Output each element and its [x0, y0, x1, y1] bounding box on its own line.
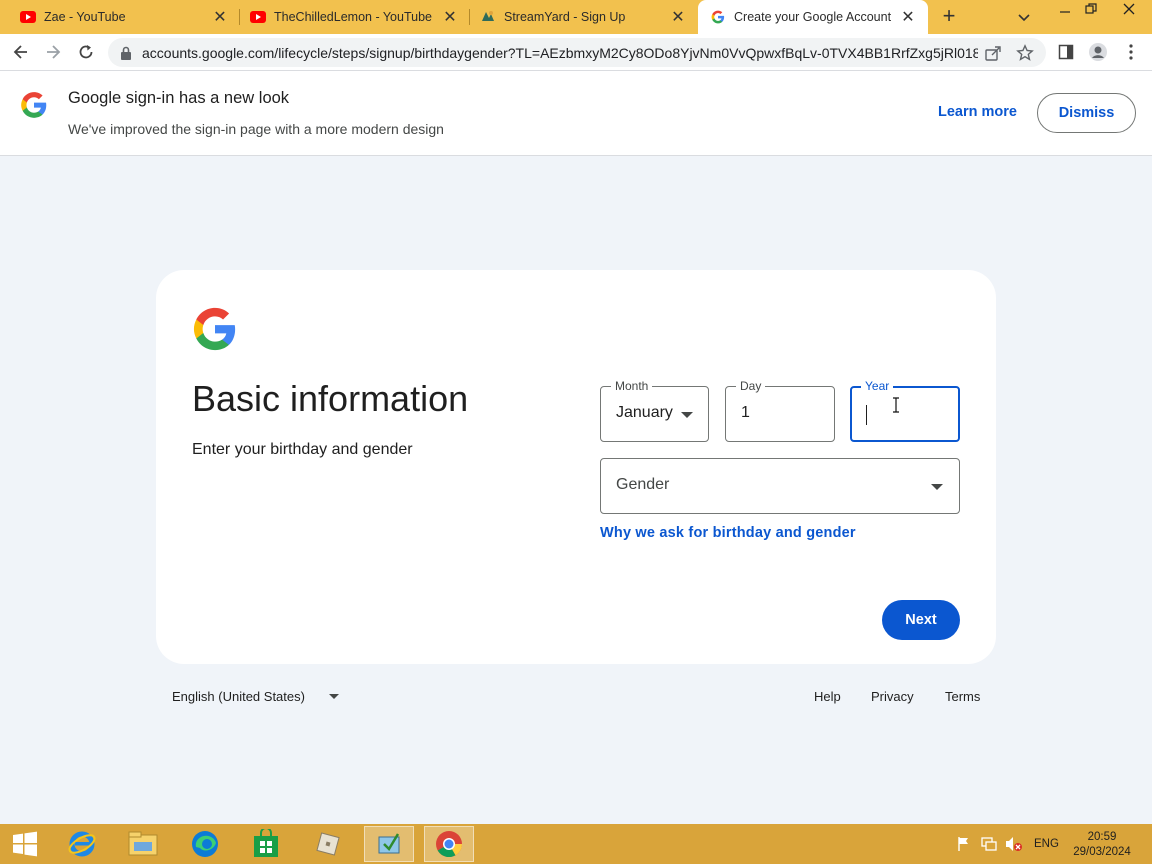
side-panel-icon[interactable]: [1053, 39, 1079, 65]
chrome-icon[interactable]: [424, 826, 474, 862]
input-language[interactable]: ENG: [1034, 838, 1059, 850]
page-title: Basic information: [192, 378, 469, 419]
tab-title: StreamYard - Sign Up: [504, 10, 626, 24]
dismiss-button[interactable]: Dismiss: [1037, 93, 1136, 133]
chevron-down-icon[interactable]: [1016, 9, 1036, 25]
month-label: Month: [611, 379, 653, 393]
year-field[interactable]: Year: [850, 379, 960, 442]
new-look-banner: Google sign-in has a new look We've impr…: [0, 71, 1152, 156]
tab-strip: Zae - YouTube ✕ TheChilledLemon - YouTub…: [0, 0, 1152, 34]
tab-title: Create your Google Account: [734, 10, 892, 24]
restore-icon[interactable]: [1076, 0, 1106, 22]
day-field[interactable]: Day 1: [725, 379, 835, 442]
ibeam-cursor-icon: [892, 397, 900, 418]
tab-streamyard-signup[interactable]: StreamYard - Sign Up ✕: [460, 0, 698, 34]
banner-title: Google sign-in has a new look: [68, 89, 290, 107]
forward-icon[interactable]: [40, 39, 66, 65]
streamyard-icon: [480, 9, 496, 25]
address-bar[interactable]: accounts.google.com/lifecycle/steps/sign…: [108, 38, 1046, 67]
back-icon[interactable]: [8, 39, 34, 65]
close-icon[interactable]: ✕: [212, 9, 228, 26]
flag-icon[interactable]: [956, 834, 972, 854]
close-icon[interactable]: ✕: [670, 9, 686, 26]
menu-kebab-icon[interactable]: [1118, 39, 1144, 65]
tab-create-google-account[interactable]: Create your Google Account ✕: [698, 0, 928, 34]
youtube-icon: [250, 9, 266, 25]
clock-date: 29/03/2024: [1073, 846, 1131, 858]
chevron-down-icon[interactable]: [329, 694, 339, 699]
new-tab-icon[interactable]: +: [938, 5, 960, 28]
volume-muted-icon[interactable]: [1005, 834, 1023, 854]
privacy-link[interactable]: Privacy: [871, 689, 914, 704]
terms-link[interactable]: Terms: [945, 689, 980, 704]
year-label: Year: [861, 379, 894, 393]
gender-select[interactable]: Gender: [600, 458, 960, 514]
learn-more-link[interactable]: Learn more: [938, 104, 1017, 120]
lock-icon[interactable]: [120, 46, 132, 60]
day-value[interactable]: 1: [741, 404, 750, 422]
bookmark-star-icon[interactable]: [1016, 44, 1034, 67]
page-subtitle: Enter your birthday and gender: [192, 441, 413, 458]
file-explorer-icon[interactable]: [118, 826, 168, 862]
clock-time: 20:59: [1087, 831, 1117, 843]
tab-zae-youtube[interactable]: Zae - YouTube ✕: [0, 0, 240, 34]
tab-thechilledlemon-youtube[interactable]: TheChilledLemon - YouTube ✕: [230, 0, 470, 34]
google-icon: [710, 9, 726, 25]
month-select[interactable]: Month January: [600, 379, 709, 442]
language-select[interactable]: English (United States): [172, 689, 305, 704]
banner-subtitle: We've improved the sign-in page with a m…: [68, 121, 444, 137]
why-birthday-gender-link[interactable]: Why we ask for birthday and gender: [600, 525, 856, 541]
tab-title: TheChilledLemon - YouTube: [274, 10, 432, 24]
profile-avatar-icon[interactable]: [1085, 39, 1111, 65]
text-cursor: [866, 405, 867, 425]
next-button[interactable]: Next: [882, 600, 960, 640]
url-text[interactable]: accounts.google.com/lifecycle/steps/sign…: [142, 45, 978, 61]
day-label: Day: [736, 379, 766, 393]
month-value: January: [616, 404, 673, 421]
youtube-icon: [20, 9, 36, 25]
edge-icon[interactable]: [180, 826, 230, 862]
notepad-app-icon[interactable]: [364, 826, 414, 862]
roblox-icon[interactable]: [303, 826, 353, 862]
internet-explorer-icon[interactable]: [57, 826, 107, 862]
windows-start-icon[interactable]: [0, 826, 50, 862]
taskbar-clock[interactable]: 20:59 29/03/2024: [1062, 830, 1142, 860]
close-icon[interactable]: ✕: [900, 9, 916, 26]
google-logo-icon: [192, 306, 238, 357]
tab-title: Zae - YouTube: [44, 10, 126, 24]
signup-card: Basic information Enter your birthday an…: [156, 270, 996, 664]
store-icon[interactable]: [241, 826, 291, 862]
browser-toolbar: accounts.google.com/lifecycle/steps/sign…: [0, 34, 1152, 71]
gender-placeholder: Gender: [616, 476, 670, 493]
help-link[interactable]: Help: [814, 689, 841, 704]
reload-icon[interactable]: [73, 39, 99, 65]
close-icon[interactable]: ✕: [442, 9, 458, 26]
share-icon[interactable]: [984, 44, 1002, 67]
windows-taskbar: [0, 824, 1152, 864]
chevron-down-icon: [681, 412, 693, 418]
close-window-icon[interactable]: [1114, 0, 1144, 22]
google-logo-icon: [20, 91, 48, 124]
chevron-down-icon: [931, 484, 943, 490]
network-icon[interactable]: [980, 834, 998, 854]
